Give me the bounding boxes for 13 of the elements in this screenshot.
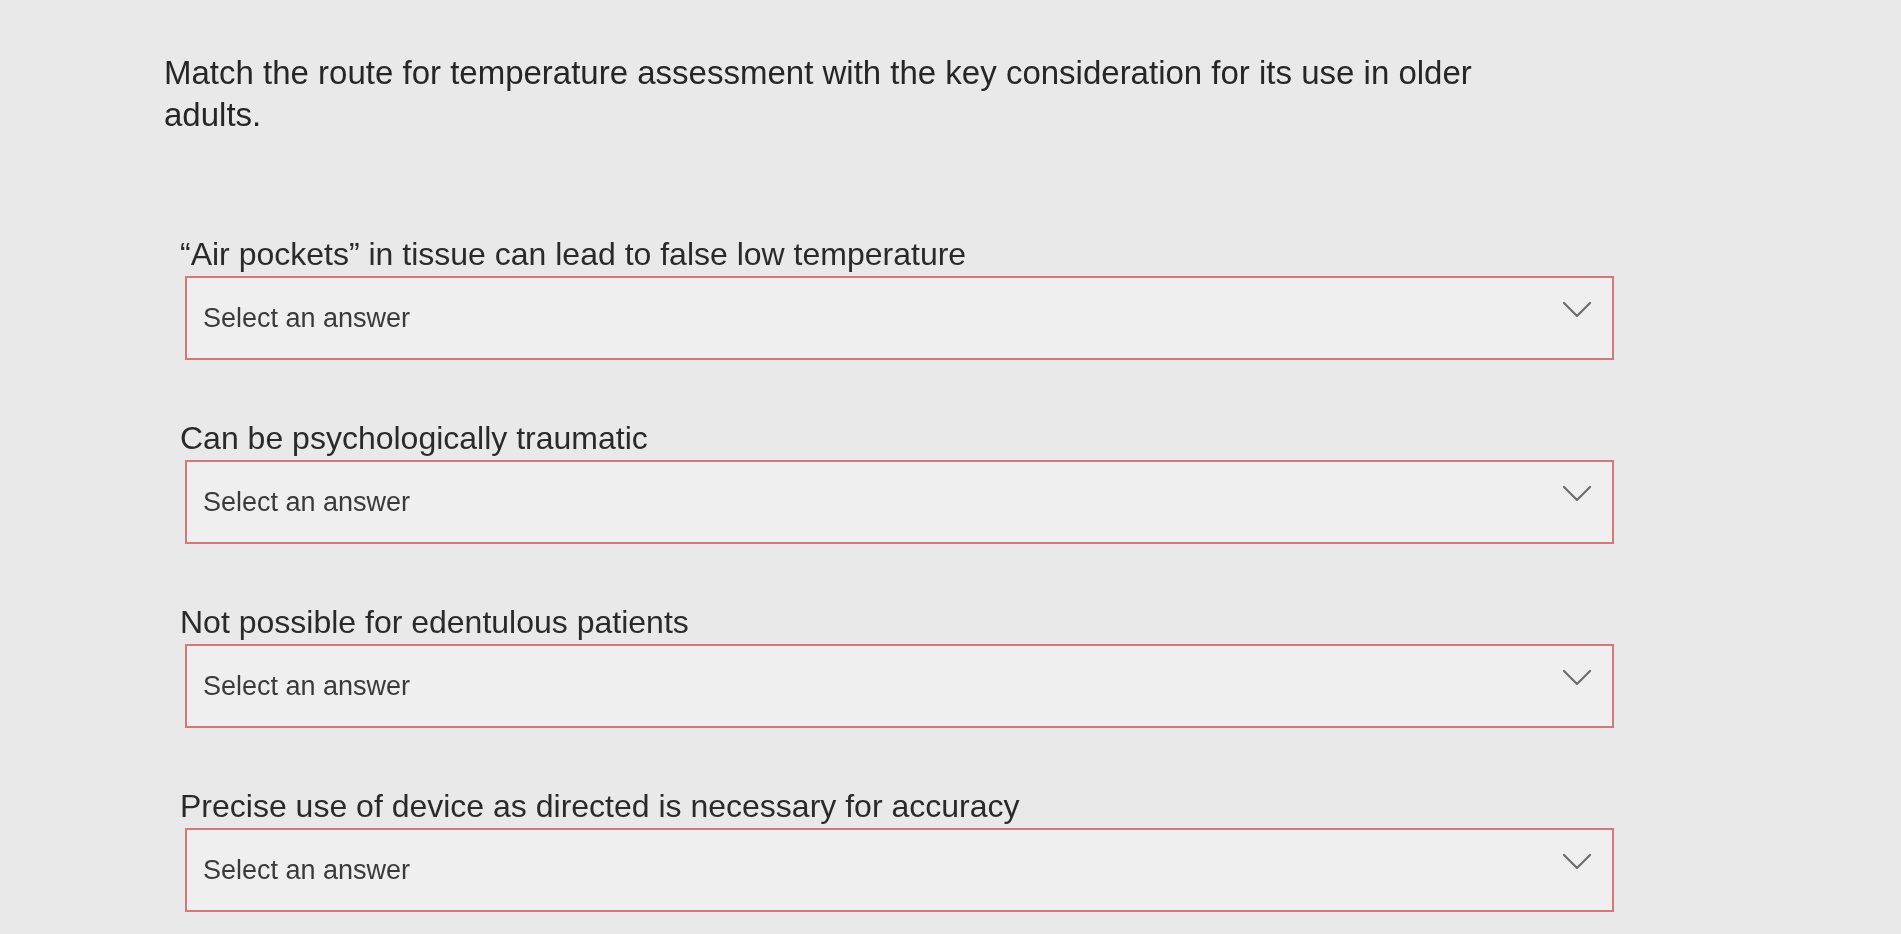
answer-dropdown[interactable]: Select an answer <box>185 828 1614 912</box>
chevron-down-icon <box>1562 668 1592 686</box>
prompt-label: Precise use of device as directed is necessary for accuracy <box>180 787 1021 826</box>
question-text: Match the route for temperature assessment with the key consideration for its use in older adults. <box>164 53 1473 135</box>
prompt-label: Can be psychologically traumatic <box>180 419 649 458</box>
answer-dropdown[interactable]: Select an answer <box>185 644 1614 728</box>
prompt-label: “Air pockets” in tissue can lead to false low temperature <box>180 235 968 274</box>
answer-dropdown[interactable]: Select an answer <box>185 460 1614 544</box>
chevron-down-icon <box>1562 852 1592 870</box>
chevron-down-icon <box>1562 484 1592 502</box>
prompt-label: Not possible for edentulous patients <box>180 603 690 642</box>
answer-dropdown[interactable]: Select an answer <box>185 276 1614 360</box>
chevron-down-icon <box>1562 300 1592 318</box>
